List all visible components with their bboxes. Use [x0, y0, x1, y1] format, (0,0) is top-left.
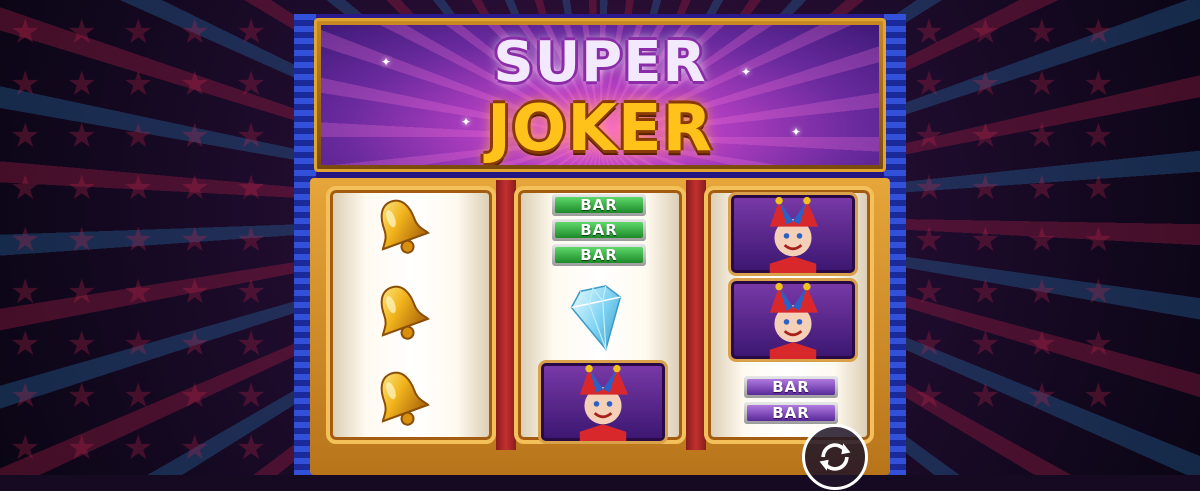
bar-symbol: BAR: [744, 402, 838, 424]
logo-panel: ✦ ✦ ✦ ✦ ✦ SUPER JOKER: [321, 25, 879, 165]
joker-icon: [728, 192, 858, 276]
logo-title-super: SUPER: [493, 30, 707, 95]
diamond-icon: [556, 274, 642, 360]
spin-button[interactable]: [802, 424, 868, 490]
bar-label: BAR: [747, 405, 835, 421]
bar-label: BAR: [555, 197, 643, 213]
spin-arrows-icon: [819, 443, 851, 471]
logo-banner: ✦ ✦ ✦ ✦ ✦ SUPER JOKER: [314, 18, 886, 172]
bell-icon: [368, 280, 432, 344]
bell-icon: [368, 194, 432, 258]
bar-label: BAR: [555, 247, 643, 263]
reel-1: [326, 186, 496, 444]
reel-2: BAR BAR BAR: [514, 186, 686, 444]
reel-3: BAR BAR: [704, 186, 874, 444]
bar-label: BAR: [747, 379, 835, 395]
bar-symbol: BAR: [552, 194, 646, 216]
bar-symbol: BAR: [552, 219, 646, 241]
bell-icon: [368, 366, 432, 430]
reel-divider: [496, 180, 516, 450]
logo-title-joker: JOKER: [487, 92, 713, 165]
joker-icon: [728, 278, 858, 362]
bar-label: BAR: [555, 222, 643, 238]
joker-icon: [538, 360, 668, 444]
bar-symbol: BAR: [744, 376, 838, 398]
reel-divider: [686, 180, 706, 450]
bar-symbol: BAR: [552, 244, 646, 266]
